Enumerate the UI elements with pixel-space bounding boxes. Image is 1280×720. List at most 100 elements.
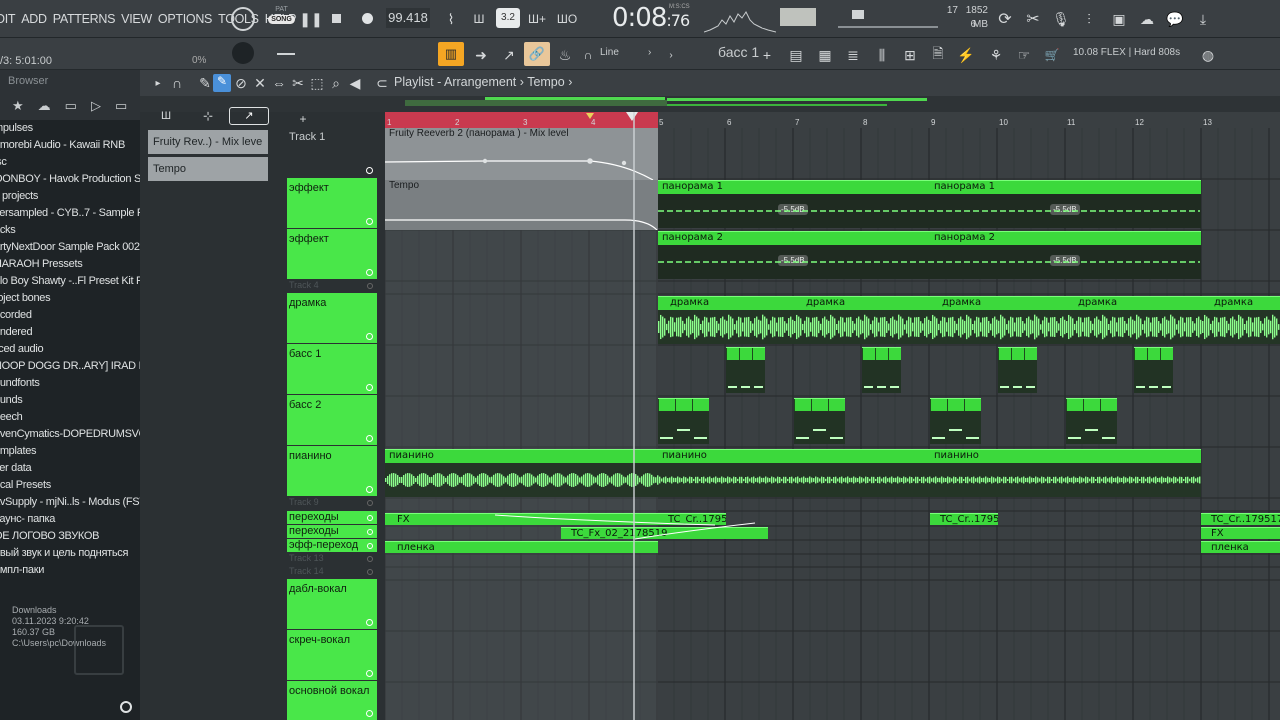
slice-tool-icon[interactable]: ✂ (290, 74, 306, 92)
memory-slider[interactable] (838, 26, 938, 28)
track-mute-icon[interactable] (366, 486, 373, 493)
browser-item[interactable]: oundfonts (0, 375, 140, 392)
playhead[interactable] (633, 112, 635, 720)
menu-edit[interactable]: DIT (0, 12, 16, 26)
plugin-picker-icon[interactable]: ⊞ (900, 44, 920, 66)
mixer-icon[interactable]: ⫼ (872, 44, 892, 66)
plugin-icon[interactable]: ⚡ (956, 44, 976, 66)
track-mute-icon[interactable] (367, 515, 373, 521)
clip-piano-b[interactable]: пианино (658, 449, 930, 497)
browser-item[interactable]: ОЕ ЛОГОВО ЗВУКОВ (0, 528, 140, 545)
track-header[interactable]: Track 4 (287, 280, 377, 292)
cpu-knob[interactable] (232, 42, 254, 64)
playback-tool-icon[interactable]: ◀ (347, 74, 363, 92)
draw-tool-icon[interactable]: ✎ (196, 74, 214, 92)
browser-item[interactable]: artyNextDoor Sample Pack 002 (0, 239, 140, 256)
clip-bass1[interactable] (862, 347, 901, 393)
track-header[interactable]: дабл-вокал (287, 579, 377, 629)
track-mute-icon[interactable] (366, 710, 373, 717)
track-header[interactable]: Track 14 (287, 566, 377, 578)
breadcrumb-tempo[interactable]: Tempo (527, 75, 565, 89)
browser-item[interactable]: olo Boy Shawty -..Fl Preset Kit FST (0, 273, 140, 290)
tempo-display[interactable]: 99.418 (386, 8, 430, 28)
clip-film-a[interactable]: пленка (385, 541, 658, 553)
clip-bass1[interactable] (998, 347, 1037, 393)
tag-icon[interactable]: ▷ (91, 98, 101, 114)
clip-bass2[interactable] (1066, 398, 1117, 444)
project-info-icon[interactable]: 🗎 (928, 44, 948, 66)
menu-add[interactable]: ADD (21, 12, 47, 26)
mute-tool-icon[interactable]: ✕ (252, 74, 268, 92)
menu-options[interactable]: OPTIONS (158, 12, 212, 26)
track-header[interactable]: басс 1 (287, 344, 377, 394)
metronome-icon[interactable]: ⌇ (440, 8, 462, 30)
record-icon[interactable] (362, 13, 373, 24)
track-header[interactable]: эффект (287, 229, 377, 279)
track-header[interactable]: переходы (287, 525, 377, 538)
track-header[interactable]: Track 1 (287, 127, 377, 177)
track-mute-icon[interactable] (367, 556, 373, 562)
track-mute-icon[interactable] (367, 543, 373, 549)
clip-tc-cr-a[interactable]: TC_Cr..179517 (658, 513, 726, 525)
track-header[interactable]: эффект (287, 178, 377, 228)
add-track-icon[interactable]: + (296, 112, 310, 126)
slip-tool-icon[interactable]: ⇔ (271, 74, 287, 92)
browser-item[interactable]: omorebi Audio - Kawaii RNB (0, 137, 140, 154)
track-header[interactable]: пианино (287, 446, 377, 496)
clip-pan2-b[interactable]: панорама 2 -5.5dB (930, 231, 1201, 279)
clip-bass2[interactable] (794, 398, 845, 444)
loop-marker-icon[interactable] (626, 112, 638, 121)
track-mute-icon[interactable] (366, 435, 373, 442)
browser-item[interactable]: омпл-паки (0, 562, 140, 579)
browser-item[interactable]: endered (0, 324, 140, 341)
track-mute-icon[interactable] (366, 384, 373, 391)
add-pattern-icon[interactable]: + (760, 44, 774, 66)
stamp-icon[interactable]: ♨ (554, 44, 576, 66)
magnet-icon[interactable]: ∩ (580, 44, 596, 66)
playlist-menu-arrow-icon[interactable]: ▸ (152, 74, 164, 92)
master-volume-knob[interactable] (231, 7, 255, 31)
track-mute-icon[interactable] (366, 619, 373, 626)
countdown-icon[interactable]: 3.2 (496, 8, 520, 28)
clip-selector-reverb[interactable]: Fruity Rev..) - Mix leve (148, 130, 268, 154)
wait-input-icon[interactable]: Ш (468, 8, 490, 30)
headphones-icon[interactable]: ∩ (168, 74, 186, 92)
cut-icon[interactable]: ✂ (1022, 8, 1044, 30)
track-header[interactable]: басс 2 (287, 395, 377, 445)
track-header[interactable]: Track 9 (287, 497, 377, 509)
track-mute-icon[interactable] (367, 529, 373, 535)
pat-song-toggle[interactable]: PAT SONG (268, 6, 295, 32)
clip-bass2[interactable] (658, 398, 709, 444)
clip-drum[interactable]: дрaмка (658, 296, 794, 344)
browser-item[interactable]: ser data (0, 460, 140, 477)
search-icon[interactable] (120, 701, 132, 713)
browser-item[interactable]: ecorded (0, 307, 140, 324)
touch-icon[interactable]: ☞ (1014, 44, 1034, 66)
track-mute-icon[interactable] (367, 283, 373, 289)
snap-selector[interactable]: Line › (596, 45, 660, 61)
track-mute-icon[interactable] (366, 333, 373, 340)
paint-tool-icon[interactable]: ✎ (213, 74, 231, 92)
tempo-slider[interactable] (277, 53, 295, 55)
arrow-right-icon[interactable]: ➜ (470, 44, 492, 66)
browser-item[interactable]: avSupply - mjNi..ls - Modus (FST) (0, 494, 140, 511)
clip-tc-cr-c[interactable]: TC_Cr..179517 (1201, 513, 1280, 525)
track-header[interactable]: дрaмка (287, 293, 377, 343)
browser-item[interactable]: ваунс- папка (0, 511, 140, 528)
clip-pan2-a[interactable]: панорама 2 -5.5dB (658, 231, 930, 279)
clip-drum[interactable]: дрaмка (794, 296, 930, 344)
loop-region[interactable] (385, 112, 658, 128)
undo-history-icon[interactable]: ⟳ (994, 8, 1016, 30)
curve-tool-icon[interactable]: ↗ (498, 44, 520, 66)
loop-record-icon[interactable]: ШО (556, 8, 578, 30)
clip-tc-cr-b[interactable]: TC_Cr..179517 (930, 513, 998, 525)
automation-clip-reverb[interactable]: Fruity Reeverb 2 (панорама ) - Mix level (385, 128, 658, 180)
piano-roll-button[interactable]: ▥ (438, 42, 464, 66)
stop-icon[interactable] (332, 14, 341, 23)
clip-bass1[interactable] (1134, 347, 1173, 393)
clip-drum[interactable]: дрaмка (1202, 296, 1280, 344)
track-header[interactable]: скреч-вокал (287, 630, 377, 680)
track-header[interactable]: основной вокал (287, 681, 377, 720)
playlist-icon[interactable]: ≣ (843, 44, 863, 66)
globe-icon[interactable]: ◍ (1198, 44, 1218, 66)
